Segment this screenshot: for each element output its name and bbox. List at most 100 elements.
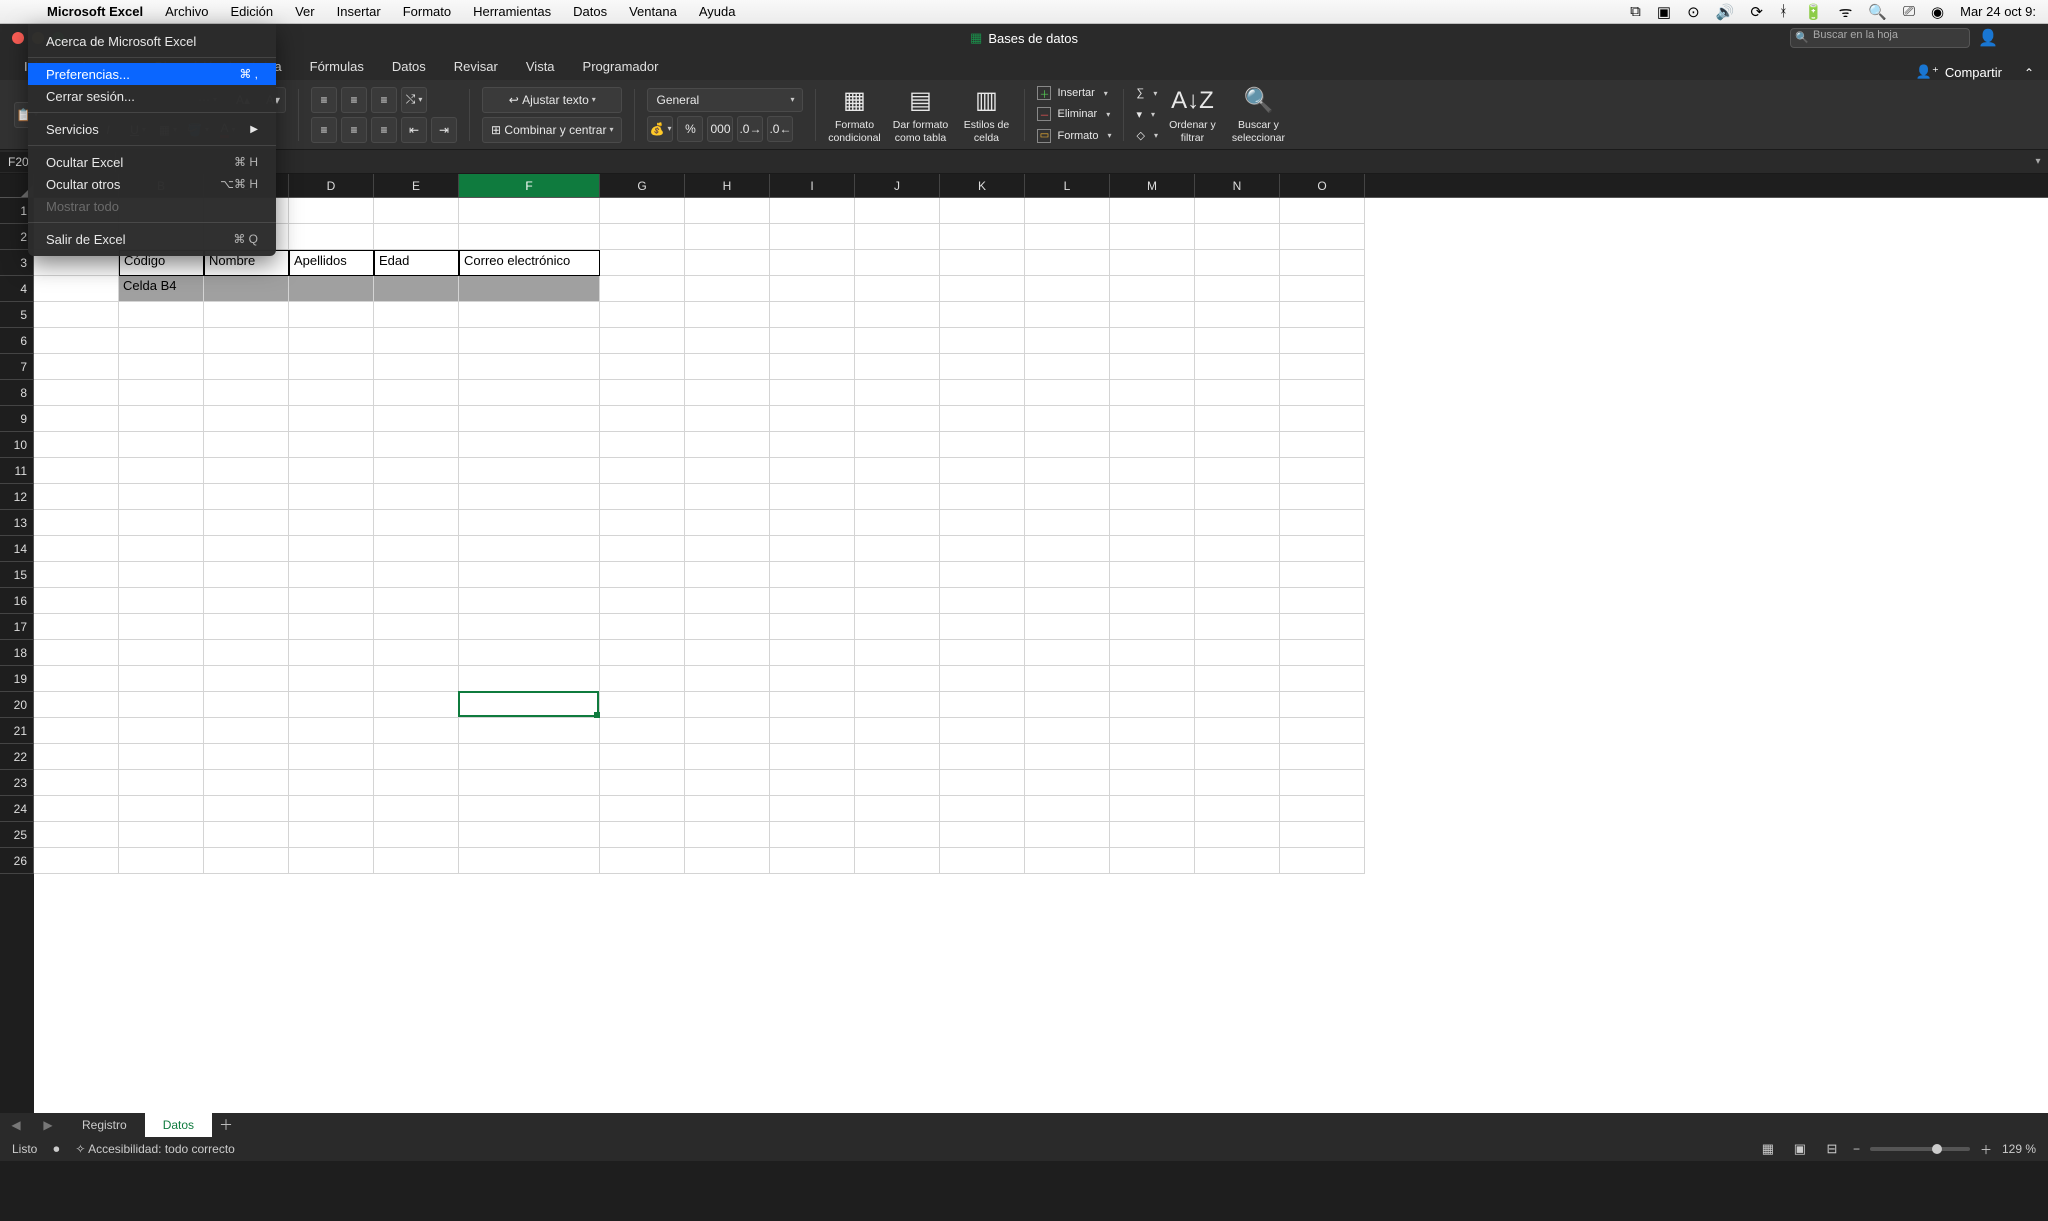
cell[interactable] bbox=[1025, 744, 1110, 770]
menubar-archivo[interactable]: Archivo bbox=[154, 0, 219, 24]
autosum-button[interactable]: ∑▾ bbox=[1136, 85, 1152, 102]
cell[interactable] bbox=[1195, 562, 1280, 588]
cell[interactable] bbox=[459, 198, 600, 224]
cell[interactable] bbox=[685, 328, 770, 354]
align-bottom-button[interactable]: ≡ bbox=[371, 87, 397, 113]
menu-preferences[interactable]: Preferencias...⌘ , bbox=[28, 63, 276, 85]
cell[interactable] bbox=[855, 224, 940, 250]
cell[interactable] bbox=[600, 588, 685, 614]
cell[interactable] bbox=[459, 718, 600, 744]
cell[interactable] bbox=[119, 328, 204, 354]
spreadsheet-grid[interactable]: ABCDEFGHIJKLMNO 123456789101112131415161… bbox=[0, 174, 2048, 1113]
cell[interactable] bbox=[119, 510, 204, 536]
col-header-M[interactable]: M bbox=[1110, 174, 1195, 197]
row-header-6[interactable]: 6 bbox=[0, 328, 34, 354]
cell[interactable] bbox=[1025, 666, 1110, 692]
cell[interactable] bbox=[770, 588, 855, 614]
cell[interactable] bbox=[855, 302, 940, 328]
cell[interactable] bbox=[1025, 302, 1110, 328]
col-header-E[interactable]: E bbox=[374, 174, 459, 197]
sheet-prev-button[interactable]: ◀ bbox=[11, 1118, 20, 1132]
cell[interactable] bbox=[289, 432, 374, 458]
cell[interactable] bbox=[34, 666, 119, 692]
cell[interactable] bbox=[34, 562, 119, 588]
cell[interactable] bbox=[1195, 276, 1280, 302]
cell[interactable] bbox=[770, 276, 855, 302]
cell[interactable] bbox=[119, 848, 204, 874]
cell[interactable] bbox=[685, 718, 770, 744]
decrease-decimal-button[interactable]: .0← bbox=[767, 116, 793, 142]
cell[interactable] bbox=[1280, 822, 1365, 848]
cell[interactable] bbox=[34, 432, 119, 458]
cell[interactable] bbox=[119, 770, 204, 796]
cell[interactable] bbox=[685, 536, 770, 562]
cell[interactable] bbox=[855, 406, 940, 432]
cell[interactable] bbox=[289, 770, 374, 796]
cell[interactable] bbox=[119, 406, 204, 432]
cell[interactable] bbox=[1110, 198, 1195, 224]
cell[interactable] bbox=[1195, 250, 1280, 276]
cell[interactable] bbox=[940, 666, 1025, 692]
page-break-view-button[interactable]: ⊟ bbox=[1821, 1140, 1843, 1158]
cell[interactable] bbox=[600, 562, 685, 588]
cell[interactable] bbox=[600, 666, 685, 692]
cell[interactable] bbox=[374, 406, 459, 432]
cell[interactable] bbox=[119, 380, 204, 406]
cell[interactable] bbox=[940, 484, 1025, 510]
cell[interactable] bbox=[855, 718, 940, 744]
row-header-17[interactable]: 17 bbox=[0, 614, 34, 640]
cell[interactable] bbox=[289, 692, 374, 718]
cell[interactable] bbox=[940, 250, 1025, 276]
cell[interactable] bbox=[855, 354, 940, 380]
cell[interactable] bbox=[1195, 354, 1280, 380]
cell[interactable] bbox=[940, 224, 1025, 250]
cell[interactable]: Correo electrónico bbox=[459, 250, 600, 276]
cell[interactable] bbox=[1110, 484, 1195, 510]
merge-center-button[interactable]: ⊞ Combinar y centrar▾ bbox=[482, 117, 622, 143]
cell[interactable] bbox=[34, 614, 119, 640]
format-cells-button[interactable]: ▭Formato▾ bbox=[1037, 127, 1111, 144]
cell[interactable] bbox=[1110, 562, 1195, 588]
cell[interactable] bbox=[119, 640, 204, 666]
cell[interactable] bbox=[685, 770, 770, 796]
cell[interactable] bbox=[1110, 640, 1195, 666]
cell[interactable] bbox=[374, 380, 459, 406]
cell[interactable] bbox=[685, 302, 770, 328]
cell[interactable] bbox=[855, 484, 940, 510]
cell[interactable] bbox=[685, 380, 770, 406]
cell[interactable] bbox=[34, 510, 119, 536]
zoom-slider[interactable] bbox=[1870, 1147, 1970, 1151]
zoom-out-button[interactable]: − bbox=[1853, 1142, 1860, 1156]
row-header-21[interactable]: 21 bbox=[0, 718, 34, 744]
ribbon-tab-fórmulas[interactable]: Fórmulas bbox=[296, 53, 378, 80]
cell[interactable] bbox=[855, 536, 940, 562]
cell[interactable] bbox=[374, 224, 459, 250]
menubar-insertar[interactable]: Insertar bbox=[326, 0, 392, 24]
menu-services[interactable]: Servicios▶ bbox=[28, 118, 276, 140]
cell[interactable] bbox=[374, 562, 459, 588]
cell[interactable] bbox=[34, 796, 119, 822]
cell[interactable] bbox=[685, 224, 770, 250]
cell[interactable] bbox=[770, 614, 855, 640]
cell[interactable] bbox=[119, 744, 204, 770]
cell[interactable] bbox=[34, 588, 119, 614]
align-right-button[interactable]: ≡ bbox=[371, 117, 397, 143]
cell[interactable] bbox=[1025, 562, 1110, 588]
cell[interactable] bbox=[600, 848, 685, 874]
cell[interactable] bbox=[940, 380, 1025, 406]
row-header-5[interactable]: 5 bbox=[0, 302, 34, 328]
align-top-button[interactable]: ≡ bbox=[311, 87, 337, 113]
cell[interactable] bbox=[459, 432, 600, 458]
cell[interactable] bbox=[770, 536, 855, 562]
cell[interactable] bbox=[600, 744, 685, 770]
col-header-H[interactable]: H bbox=[685, 174, 770, 197]
cell[interactable] bbox=[1195, 744, 1280, 770]
cell[interactable] bbox=[1280, 770, 1365, 796]
menubar-ayuda[interactable]: Ayuda bbox=[688, 0, 747, 24]
volume-icon[interactable]: 🔊 bbox=[1716, 3, 1735, 21]
sort-filter-button[interactable]: A↓ZOrdenar y filtrar bbox=[1160, 85, 1224, 144]
cell[interactable] bbox=[1110, 588, 1195, 614]
cell[interactable] bbox=[204, 562, 289, 588]
cell[interactable] bbox=[34, 536, 119, 562]
col-header-I[interactable]: I bbox=[770, 174, 855, 197]
